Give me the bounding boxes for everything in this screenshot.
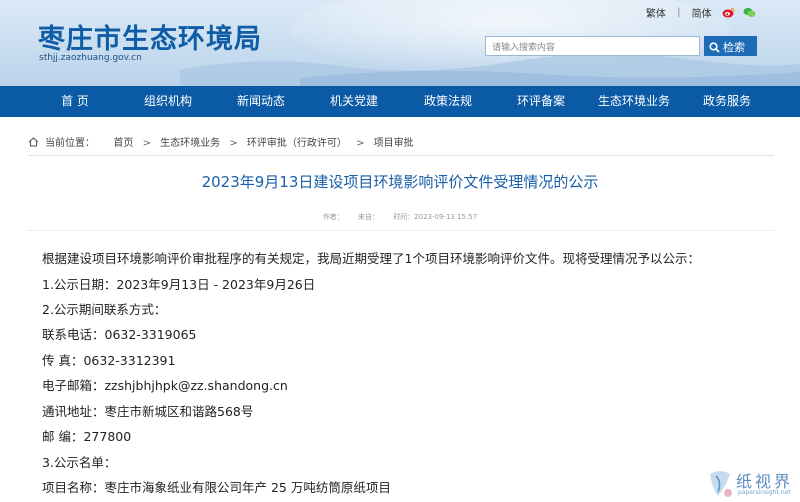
article-paragraph: 传 真：0632-3312391: [42, 353, 176, 368]
wechat-icon[interactable]: [743, 7, 756, 18]
nav-item-news[interactable]: 新闻动态: [233, 86, 289, 117]
article-intro-paragraph: 根据建设项目环境影响评价审批程序的有关规定，我局近期受理了1个项目环境影响评价文…: [42, 251, 700, 266]
article-paragraph: 通讯地址：枣庄市新城区和谐路568号: [42, 404, 254, 419]
weibo-icon[interactable]: [722, 7, 735, 18]
meta-source: 来自：: [357, 213, 379, 221]
meta-divider: [28, 230, 774, 231]
search-input[interactable]: 请输入搜索内容: [485, 36, 700, 56]
nav-item-eia-filing[interactable]: 环评备案: [513, 86, 569, 117]
article-paragraph: 1.公示日期：2023年9月13日 - 2023年9月26日: [42, 277, 316, 292]
article-title: 2023年9月13日建设项目环境影响评价文件受理情况的公示: [201, 173, 599, 191]
site-url: sthjj.zaozhuang.gov.cn: [39, 53, 142, 63]
meta-author: 作者：: [322, 213, 344, 221]
nav-item-organization[interactable]: 组织机构: [140, 86, 196, 117]
article-paragraph: 3.公示名单：: [42, 455, 117, 470]
nav-item-home[interactable]: 首 页: [55, 86, 95, 117]
search-button-label: 检索: [723, 41, 745, 54]
breadcrumb-item-eia-approval[interactable]: 环评审批（行政许可）: [247, 138, 347, 149]
breadcrumb-separator: >: [142, 138, 151, 149]
traditional-chinese-link[interactable]: 繁体: [646, 5, 666, 20]
breadcrumb-item-home[interactable]: 首页: [113, 138, 133, 149]
breadcrumb-label: 当前位置：: [45, 138, 95, 149]
article-paragraph: 2.公示期间联系方式：: [42, 302, 167, 317]
nav-item-policies[interactable]: 政策法规: [420, 86, 476, 117]
site-header: 枣庄市生态环境局 sthjj.zaozhuang.gov.cn 繁体 | 简体 …: [0, 0, 800, 86]
breadcrumb: 当前位置： 首页 > 生态环境业务 > 环评审批（行政许可） > 项目审批: [28, 134, 414, 149]
article-paragraph: 邮 编：277800: [42, 429, 132, 444]
home-icon: [28, 137, 39, 147]
breadcrumb-item-project-approval[interactable]: 项目审批: [374, 138, 414, 149]
main-nav: 首 页 组织机构 新闻动态 机关党建 政策法规 环评备案 生态环境业务 政务服务: [0, 86, 800, 117]
simplified-chinese-link[interactable]: 简体: [692, 5, 712, 20]
article-meta: 作者： 来自： 时间：2023-09-13 15:57: [0, 212, 800, 222]
article-paragraph: 联系电话：0632-3319065: [42, 327, 197, 342]
top-links: 繁体 | 简体: [646, 5, 756, 20]
meta-time: 时间：2023-09-13 15:57: [393, 213, 478, 221]
nav-item-party-building[interactable]: 机关党建: [326, 86, 382, 117]
nav-item-gov-services[interactable]: 政务服务: [699, 86, 755, 117]
watermark-url: papersinsight.net: [738, 489, 791, 496]
article-paragraph: 项目名称：枣庄市海象纸业有限公司年产 25 万吨纺筒原纸项目: [42, 480, 391, 495]
search-button[interactable]: 检索: [704, 36, 757, 56]
search-icon: [709, 42, 720, 53]
site-title[interactable]: 枣庄市生态环境局: [38, 17, 262, 56]
breadcrumb-item-eco-business[interactable]: 生态环境业务: [160, 138, 220, 149]
top-links-separator: |: [677, 7, 681, 18]
article-paragraph: 电子邮箱：zzshjbhjhpk@zz.shandong.cn: [42, 378, 288, 393]
nav-item-eco-business[interactable]: 生态环境业务: [592, 86, 676, 117]
breadcrumb-separator: >: [229, 138, 238, 149]
breadcrumb-separator: >: [356, 138, 365, 149]
